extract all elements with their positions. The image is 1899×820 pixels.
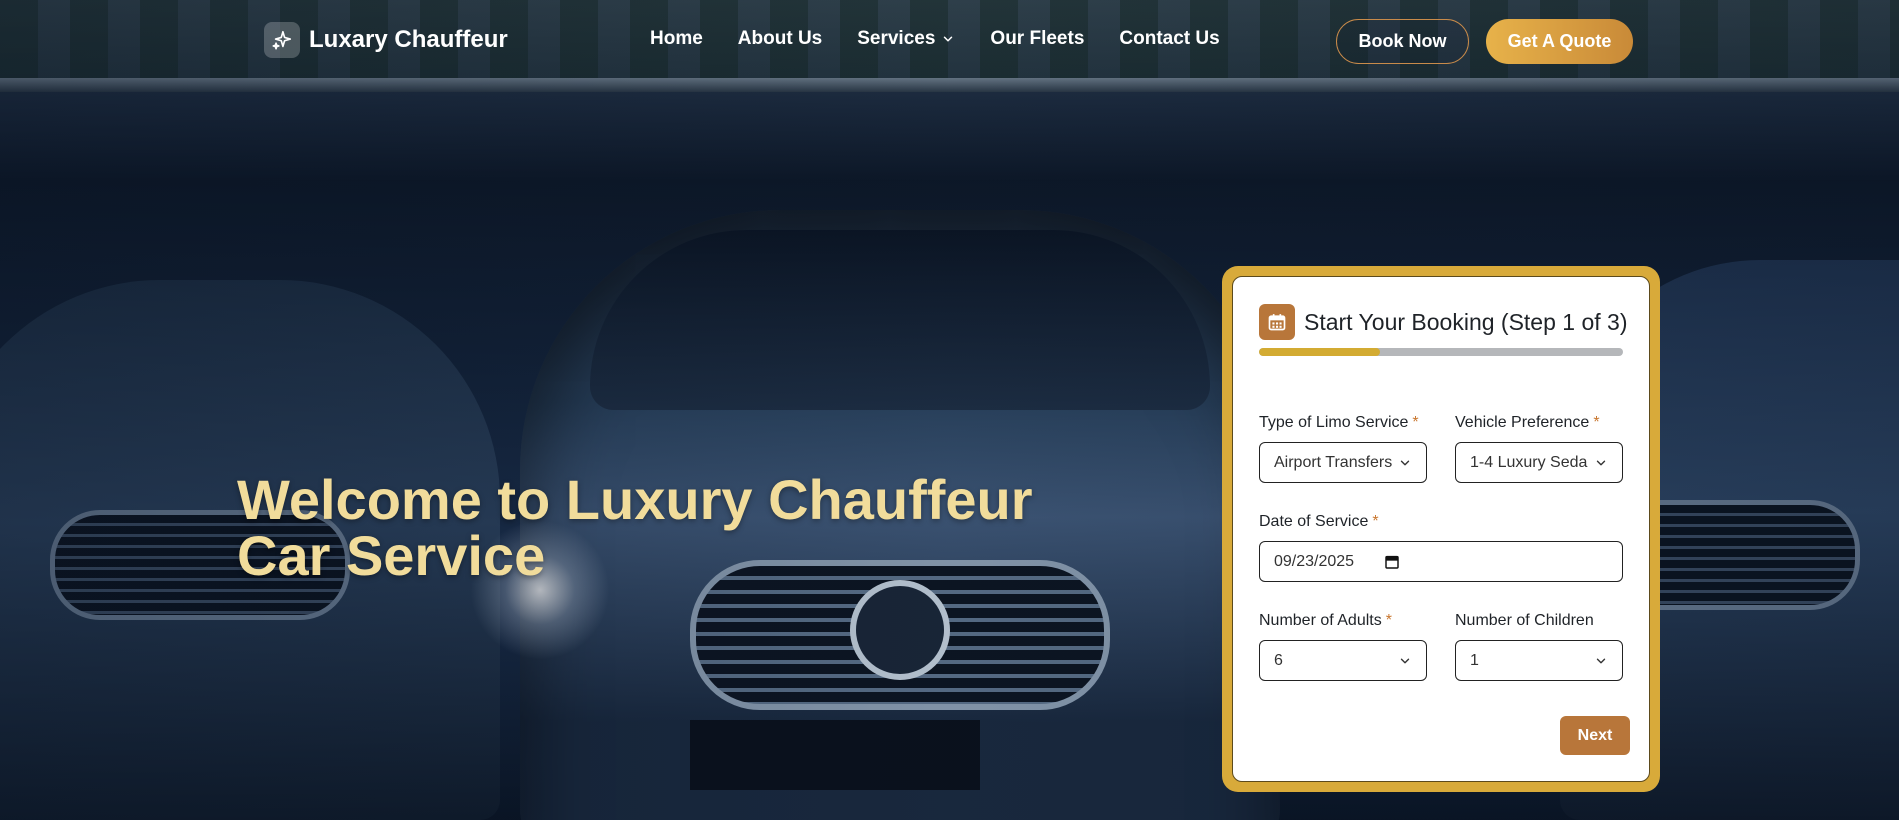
required-mark: *	[1372, 513, 1379, 530]
nav-services[interactable]: Services	[857, 28, 955, 50]
nav-services-label: Services	[857, 28, 936, 49]
required-mark: *	[1385, 612, 1392, 629]
nav-our-fleets[interactable]: Our Fleets	[990, 28, 1084, 50]
booking-progress-fill	[1259, 348, 1381, 356]
booking-title: Start Your Booking (Step 1 of 3)	[1304, 308, 1628, 335]
number-of-children-label-text: Number of Children	[1455, 612, 1594, 629]
booking-form: Start Your Booking (Step 1 of 3) Type of…	[1232, 276, 1650, 782]
number-of-children-select[interactable]: 1	[1455, 640, 1623, 681]
service-type-label: Type of Limo Service *	[1259, 414, 1419, 432]
chevron-down-icon	[1596, 658, 1606, 663]
chevron-down-icon	[1400, 658, 1410, 663]
hero-headline: Welcome to Luxury Chauffeur Car Service	[237, 472, 1037, 584]
chevron-down-icon	[944, 36, 953, 42]
booking-header: Start Your Booking (Step 1 of 3)	[1259, 304, 1627, 340]
service-type-select[interactable]: Airport Transfers	[1259, 442, 1427, 483]
calendar-picker-icon[interactable]	[1384, 554, 1400, 570]
nav-about-us-label: About Us	[737, 28, 823, 49]
top-navigation: Luxary Chauffeur Home About Us Services …	[0, 0, 1899, 82]
main-menu: Home About Us Services Our Fleets Contac…	[650, 28, 1255, 50]
brand[interactable]: Luxary Chauffeur	[264, 22, 508, 58]
booking-progress-bar	[1259, 348, 1623, 356]
number-of-children-label: Number of Children	[1455, 612, 1594, 630]
number-of-adults-value: 6	[1274, 651, 1283, 669]
get-a-quote-button[interactable]: Get A Quote	[1486, 19, 1633, 64]
vehicle-preference-label: Vehicle Preference *	[1455, 414, 1600, 432]
nav-contact-us[interactable]: Contact Us	[1119, 28, 1219, 50]
calendar-icon	[1259, 304, 1295, 340]
chevron-down-icon	[1400, 460, 1410, 465]
required-mark: *	[1593, 414, 1600, 431]
sparkle-icon	[264, 22, 300, 58]
vehicle-preference-label-text: Vehicle Preference	[1455, 414, 1590, 431]
hero-headline-line2: Car Service	[237, 524, 546, 587]
nav-about-us[interactable]: About Us	[738, 28, 822, 50]
nav-our-fleets-label: Our Fleets	[990, 28, 1085, 49]
service-type-label-text: Type of Limo Service	[1259, 414, 1409, 431]
date-of-service-label: Date of Service *	[1259, 513, 1379, 531]
number-of-adults-label-text: Number of Adults	[1259, 612, 1382, 629]
required-mark: *	[1412, 414, 1419, 431]
nav-home[interactable]: Home	[650, 28, 703, 50]
brand-name: Luxary Chauffeur	[309, 26, 508, 53]
number-of-adults-label: Number of Adults *	[1259, 612, 1392, 630]
next-button[interactable]: Next	[1560, 716, 1630, 755]
number-of-children-value: 1	[1470, 651, 1479, 669]
nav-home-label: Home	[650, 28, 703, 49]
service-type-value: Airport Transfers	[1274, 453, 1392, 471]
booking-card-frame: Start Your Booking (Step 1 of 3) Type of…	[1222, 266, 1660, 792]
vehicle-preference-select[interactable]: 1-4 Luxury Sedan	[1455, 442, 1623, 483]
vehicle-preference-value: 1-4 Luxury Sedan	[1470, 453, 1588, 471]
date-of-service-value: 09/23/2025	[1274, 552, 1355, 570]
book-now-button[interactable]: Book Now	[1336, 19, 1469, 64]
hero-headline-line1: Welcome to Luxury Chauffeur	[237, 468, 1033, 531]
number-of-adults-select[interactable]: 6	[1259, 640, 1427, 681]
chevron-down-icon	[1596, 460, 1606, 465]
date-of-service-input[interactable]: 09/23/2025	[1259, 541, 1623, 582]
date-of-service-label-text: Date of Service	[1259, 513, 1369, 530]
nav-contact-us-label: Contact Us	[1119, 28, 1220, 49]
